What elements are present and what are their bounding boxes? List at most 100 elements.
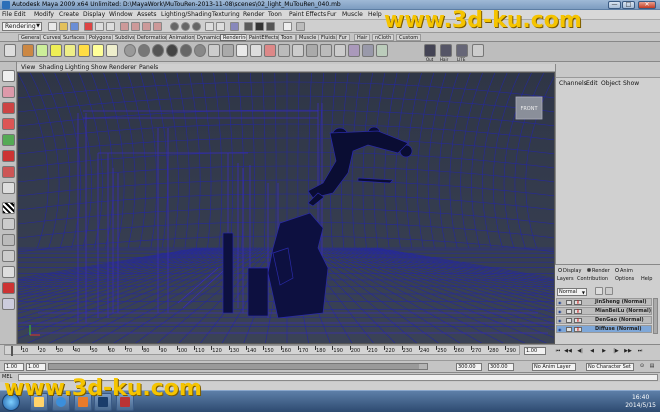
spot-light-icon[interactable] — [78, 44, 90, 57]
time-slider-track[interactable]: 10 20 30 40 50 60 70 80 90 100 110 120 130 140 150 160 1… — [4, 345, 520, 356]
layer-row[interactable]: ◉ R DenGao (Normal) — [556, 316, 652, 324]
panel-menu-show[interactable]: Show — [91, 64, 107, 71]
hypershade-layout-icon[interactable] — [2, 266, 15, 278]
layer-visible-icon[interactable]: ◉ — [558, 318, 564, 323]
layer-menu-help[interactable]: Help — [641, 276, 652, 282]
layer-checkbox[interactable] — [566, 300, 572, 305]
area-light-icon[interactable] — [92, 44, 104, 57]
menu-paint-effects[interactable]: Paint Effects — [289, 11, 326, 18]
layer-checkbox[interactable] — [566, 318, 572, 323]
scale-tool-icon[interactable] — [2, 150, 15, 162]
menu-modify[interactable]: Modify — [34, 11, 54, 18]
lambert-icon[interactable] — [124, 44, 136, 57]
custom-layout-icon[interactable] — [2, 298, 15, 310]
time-slider[interactable]: 10 20 30 40 50 60 70 80 90 100 110 120 130 140 150 160 1… — [0, 344, 660, 360]
step-forward-icon[interactable]: ▶▶ — [624, 348, 632, 354]
ibl-icon[interactable] — [376, 44, 388, 57]
panel-menu-view[interactable]: View — [21, 64, 35, 71]
render-view-icon[interactable] — [222, 44, 234, 57]
tab-custom[interactable]: Custom — [396, 34, 422, 41]
volume-light-icon[interactable] — [106, 44, 118, 57]
panel-menu-lighting[interactable]: Lighting — [65, 64, 89, 71]
snap-point-icon[interactable] — [142, 22, 151, 31]
menu-file[interactable]: File — [2, 11, 12, 18]
four-view-layout-icon[interactable] — [2, 218, 15, 230]
menu-edit[interactable]: Edit — [14, 11, 26, 18]
layer-render-toggle-icon[interactable]: R — [574, 309, 582, 314]
camera-icon[interactable] — [22, 44, 34, 57]
manipulator-tool-icon[interactable] — [2, 166, 15, 178]
menu-fur[interactable]: Fur — [327, 11, 336, 18]
point-light-icon[interactable] — [64, 44, 76, 57]
layer-row[interactable]: ◉ R JinSheng (Normal) — [556, 298, 652, 306]
tab-hair[interactable]: Hair — [354, 34, 371, 41]
menu-help[interactable]: Help — [368, 11, 382, 18]
output-icon[interactable] — [424, 44, 436, 57]
play-backwards-icon[interactable]: ◀ — [588, 348, 596, 354]
tab-animation[interactable]: Animation — [166, 34, 198, 41]
render-icon[interactable] — [170, 22, 179, 31]
lite-icon[interactable] — [456, 44, 468, 57]
step-back-frame-icon[interactable]: ◀| — [576, 348, 584, 354]
save-scene-icon[interactable] — [70, 22, 79, 31]
layer-visible-icon[interactable]: ◉ — [558, 327, 564, 332]
layer-visible-icon[interactable]: ◉ — [558, 300, 564, 305]
tab-fur[interactable]: Fur — [336, 34, 350, 41]
attribute-editor-toggle-icon[interactable] — [216, 22, 225, 31]
channel-menu-object[interactable]: Object — [601, 80, 621, 87]
menu-render[interactable]: Render — [243, 11, 264, 18]
tab-painteffects[interactable]: PaintEffects — [246, 34, 282, 41]
tool-settings-icon[interactable] — [283, 22, 292, 31]
outliner-toggle-icon[interactable] — [266, 22, 275, 31]
layer-render-toggle-icon[interactable]: R — [574, 300, 582, 305]
go-to-start-icon[interactable]: ⏮ — [554, 348, 562, 354]
uv-editor-icon[interactable] — [292, 44, 304, 57]
range-bar[interactable] — [48, 363, 428, 370]
start-time-field[interactable]: 1.00 — [4, 363, 24, 371]
panel-menu-renderer[interactable]: Renderer — [109, 64, 136, 71]
snap-grid-icon[interactable] — [120, 22, 129, 31]
menu-assets[interactable]: Assets — [137, 11, 157, 18]
panel-menu-panels[interactable]: Panels — [139, 64, 158, 71]
range-thumb[interactable] — [49, 364, 419, 369]
mr-shader-icon[interactable] — [362, 44, 374, 57]
maximize-button[interactable]: □ — [622, 1, 635, 9]
tab-polygons[interactable]: Polygons — [86, 34, 115, 41]
phong-icon[interactable] — [152, 44, 164, 57]
layer-checkbox[interactable] — [566, 309, 572, 314]
auto-key-icon[interactable]: ⊙ — [638, 363, 646, 369]
input-line-icon[interactable] — [205, 22, 214, 31]
anisotropic-icon[interactable] — [180, 44, 192, 57]
render-settings-icon[interactable] — [192, 22, 201, 31]
snap-plane-icon[interactable] — [153, 22, 162, 31]
ambient-light-icon[interactable] — [36, 44, 48, 57]
rotate-tool-icon[interactable] — [2, 134, 15, 146]
panel-menu-shading[interactable]: Shading — [39, 64, 63, 71]
menu-texturing[interactable]: Texturing — [212, 11, 240, 18]
texture-reference-icon[interactable] — [278, 44, 290, 57]
menu-window[interactable]: Window — [109, 11, 133, 18]
blend-mode-dropdown[interactable]: Normal ▼ — [557, 288, 587, 296]
layer-row[interactable]: ◉ R MianBeiLu (Normal) — [556, 307, 652, 315]
menu-toon[interactable]: Toon — [268, 11, 282, 18]
layered-shader-icon[interactable] — [194, 44, 206, 57]
layer-editor-toggle-icon[interactable] — [255, 22, 264, 31]
menu-set-dropdown[interactable]: Rendering ▼ — [2, 22, 42, 31]
layer-visible-icon[interactable]: ◉ — [558, 309, 564, 314]
step-back-icon[interactable]: ◀◀ — [564, 348, 572, 354]
shelf-menu-icon[interactable] — [4, 44, 16, 57]
system-clock[interactable]: 16:40 2014/5/15 — [625, 394, 656, 410]
hypershade-icon[interactable] — [208, 44, 220, 57]
menu-create[interactable]: Create — [59, 11, 79, 18]
menu-lighting-shading[interactable]: Lighting/Shading — [161, 11, 212, 18]
open-scene-icon[interactable] — [59, 22, 68, 31]
layer-mode-render[interactable]: Render — [587, 268, 610, 274]
mental-ray-icon[interactable] — [334, 44, 346, 57]
viewport-panel[interactable]: FRONT — [17, 72, 555, 344]
render-globals-icon[interactable] — [236, 44, 248, 57]
hair-icon[interactable] — [440, 44, 452, 57]
render-pass-icon[interactable] — [348, 44, 360, 57]
menu-display[interactable]: Display — [83, 11, 105, 18]
tab-ncloth[interactable]: nCloth — [372, 34, 395, 41]
layer-mode-display[interactable]: Display — [558, 268, 581, 274]
